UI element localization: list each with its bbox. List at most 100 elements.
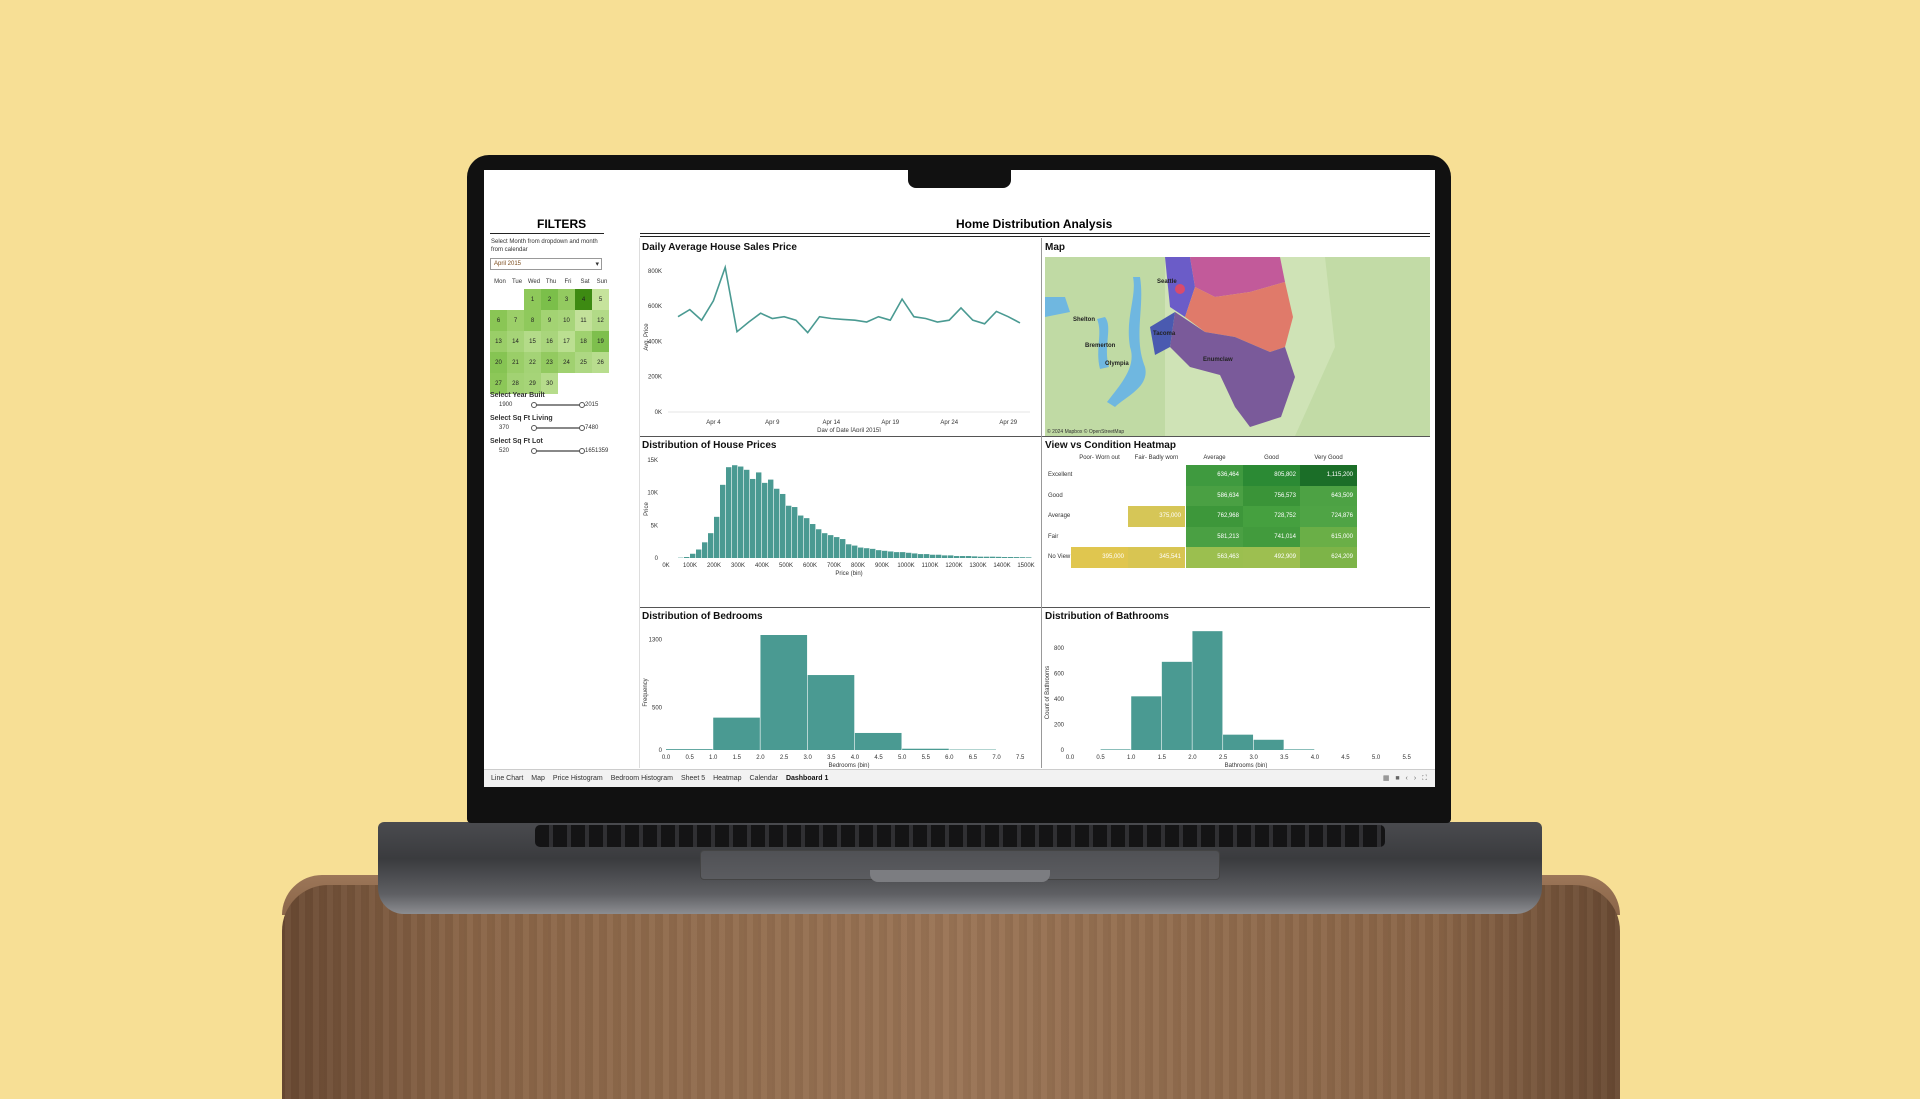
x-tick-label: Apr 29: [999, 420, 1017, 426]
y-tick-label: 0: [1061, 748, 1065, 754]
calendar-day[interactable]: 24: [558, 352, 575, 373]
bedroom-bar: [807, 675, 855, 750]
calendar-day[interactable]: 14: [507, 331, 524, 352]
heatmap-cell: 741,014: [1243, 526, 1300, 547]
price-bar: [960, 556, 966, 558]
map-hotspot: [1175, 284, 1185, 294]
x-tick-label: 4.0: [851, 755, 860, 761]
calendar-day[interactable]: 2: [541, 289, 558, 310]
calendar-day[interactable]: 15: [524, 331, 541, 352]
price-bar: [942, 555, 948, 558]
tab-calendar[interactable]: Calendar: [746, 775, 782, 782]
slider-track[interactable]: [534, 404, 582, 406]
heatmap-cell: 762,968: [1186, 506, 1243, 527]
heatmap-column-label: Fair- Badly worn: [1134, 455, 1179, 461]
price-bar: [744, 469, 750, 558]
y-tick-label: 200: [1054, 722, 1065, 728]
tab-map[interactable]: Map: [527, 775, 549, 782]
calendar-day[interactable]: 29: [524, 373, 541, 394]
slider-min-handle[interactable]: [531, 402, 537, 408]
slider-track[interactable]: [534, 427, 582, 429]
calendar-day[interactable]: 7: [507, 310, 524, 331]
tab-bedroom-histogram[interactable]: Bedroom Histogram: [607, 775, 677, 782]
y-tick-label: 200K: [648, 375, 662, 381]
price-bar: [990, 556, 996, 558]
calendar-day[interactable]: 6: [490, 310, 507, 331]
x-tick-label: 4.5: [1341, 755, 1350, 761]
x-tick-label: 400K: [755, 563, 769, 569]
tab-line-chart[interactable]: Line Chart: [487, 775, 527, 782]
slider-max-handle[interactable]: [579, 448, 585, 454]
map-attribution: © 2024 Mapbox © OpenStreetMap: [1047, 429, 1125, 435]
price-bar: [954, 556, 960, 558]
x-tick-label: 0.5: [1096, 755, 1105, 761]
calendar-day[interactable]: 23: [541, 352, 558, 373]
slider-max-handle[interactable]: [579, 402, 585, 408]
heatmap-cell: 581,213: [1186, 526, 1243, 547]
calendar-day[interactable]: 18: [575, 331, 592, 352]
calendar-day[interactable]: 20: [490, 352, 507, 373]
calendar-day[interactable]: 9: [541, 310, 558, 331]
calendar-day[interactable]: 10: [558, 310, 575, 331]
calendar-day[interactable]: 21: [507, 352, 524, 373]
calendar-day[interactable]: 12: [592, 310, 609, 331]
price-bar: [696, 549, 702, 558]
slider-min-value: 1900: [499, 402, 513, 408]
view-toggle-icons[interactable]: ▦ ■ ‹ › ⛶: [1383, 774, 1429, 783]
x-tick-label: 3.0: [804, 755, 813, 761]
x-tick-label: 1.5: [1158, 755, 1167, 761]
price-bar: [810, 524, 816, 558]
tab-price-histogram[interactable]: Price Histogram: [549, 775, 607, 782]
calendar-day[interactable]: 25: [575, 352, 592, 373]
x-axis-label: Bedrooms (bin): [828, 763, 869, 768]
slider-track[interactable]: [534, 450, 582, 452]
dashboard-title: Home Distribution Analysis: [956, 217, 1113, 231]
calendar-day[interactable]: 5: [592, 289, 609, 310]
calendar-day[interactable]: 27: [490, 373, 507, 394]
tab-heatmap[interactable]: Heatmap: [709, 775, 745, 782]
heatmap-column-label: Good: [1264, 455, 1279, 461]
price-bar: [720, 484, 726, 558]
x-tick-label: 2.5: [1219, 755, 1228, 761]
heatmap-column-label: Very Good: [1314, 455, 1343, 461]
calendar-day[interactable]: 11: [575, 310, 592, 331]
calendar-day[interactable]: 16: [541, 331, 558, 352]
bathroom-bar: [1253, 739, 1284, 750]
calendar-day[interactable]: 28: [507, 373, 524, 394]
calendar-day[interactable]: 4: [575, 289, 592, 310]
calendar-day[interactable]: 3: [558, 289, 575, 310]
slider-max-handle[interactable]: [579, 425, 585, 431]
calendar-day[interactable]: 17: [558, 331, 575, 352]
calendar-day[interactable]: 30: [541, 373, 558, 394]
calendar-day[interactable]: 8: [524, 310, 541, 331]
x-tick-label: 5.5: [1403, 755, 1412, 761]
slider-min-handle[interactable]: [531, 448, 537, 454]
bathroom-bar: [1100, 749, 1131, 750]
chevron-down-icon[interactable]: ▾: [595, 260, 599, 268]
x-tick-label: 5.0: [898, 755, 907, 761]
calendar-day[interactable]: 1: [524, 289, 541, 310]
map-view[interactable]: Seattle Tacoma Olympia Enumclaw Shelton Breme…: [1045, 257, 1430, 436]
calendar-day[interactable]: 22: [524, 352, 541, 373]
x-tick-label: 1300K: [969, 563, 986, 569]
x-tick-label: Apr 4: [706, 420, 721, 426]
tab-sheet-5[interactable]: Sheet 5: [677, 775, 709, 782]
calendar-day[interactable]: 19: [592, 331, 609, 352]
calendar-day[interactable]: 13: [490, 331, 507, 352]
map-place-label: Enumclaw: [1203, 357, 1233, 363]
price-bar: [1020, 557, 1026, 558]
x-tick-label: 200K: [707, 563, 721, 569]
bedroom-bar: [666, 749, 713, 750]
month-dropdown[interactable]: April 2015 ▾: [490, 258, 602, 270]
x-tick-label: 2.5: [780, 755, 789, 761]
price-bar: [690, 553, 696, 558]
avg-price-line: [677, 264, 1021, 334]
heatmap-cell: 586,634: [1186, 485, 1243, 506]
price-bar: [918, 554, 924, 558]
tab-dashboard-1[interactable]: Dashboard 1: [782, 775, 832, 782]
price-bar: [1026, 557, 1032, 558]
slider-min-handle[interactable]: [531, 425, 537, 431]
price-bar: [738, 466, 744, 558]
calendar-day[interactable]: 26: [592, 352, 609, 373]
heatmap-cell: 724,876: [1300, 506, 1357, 527]
